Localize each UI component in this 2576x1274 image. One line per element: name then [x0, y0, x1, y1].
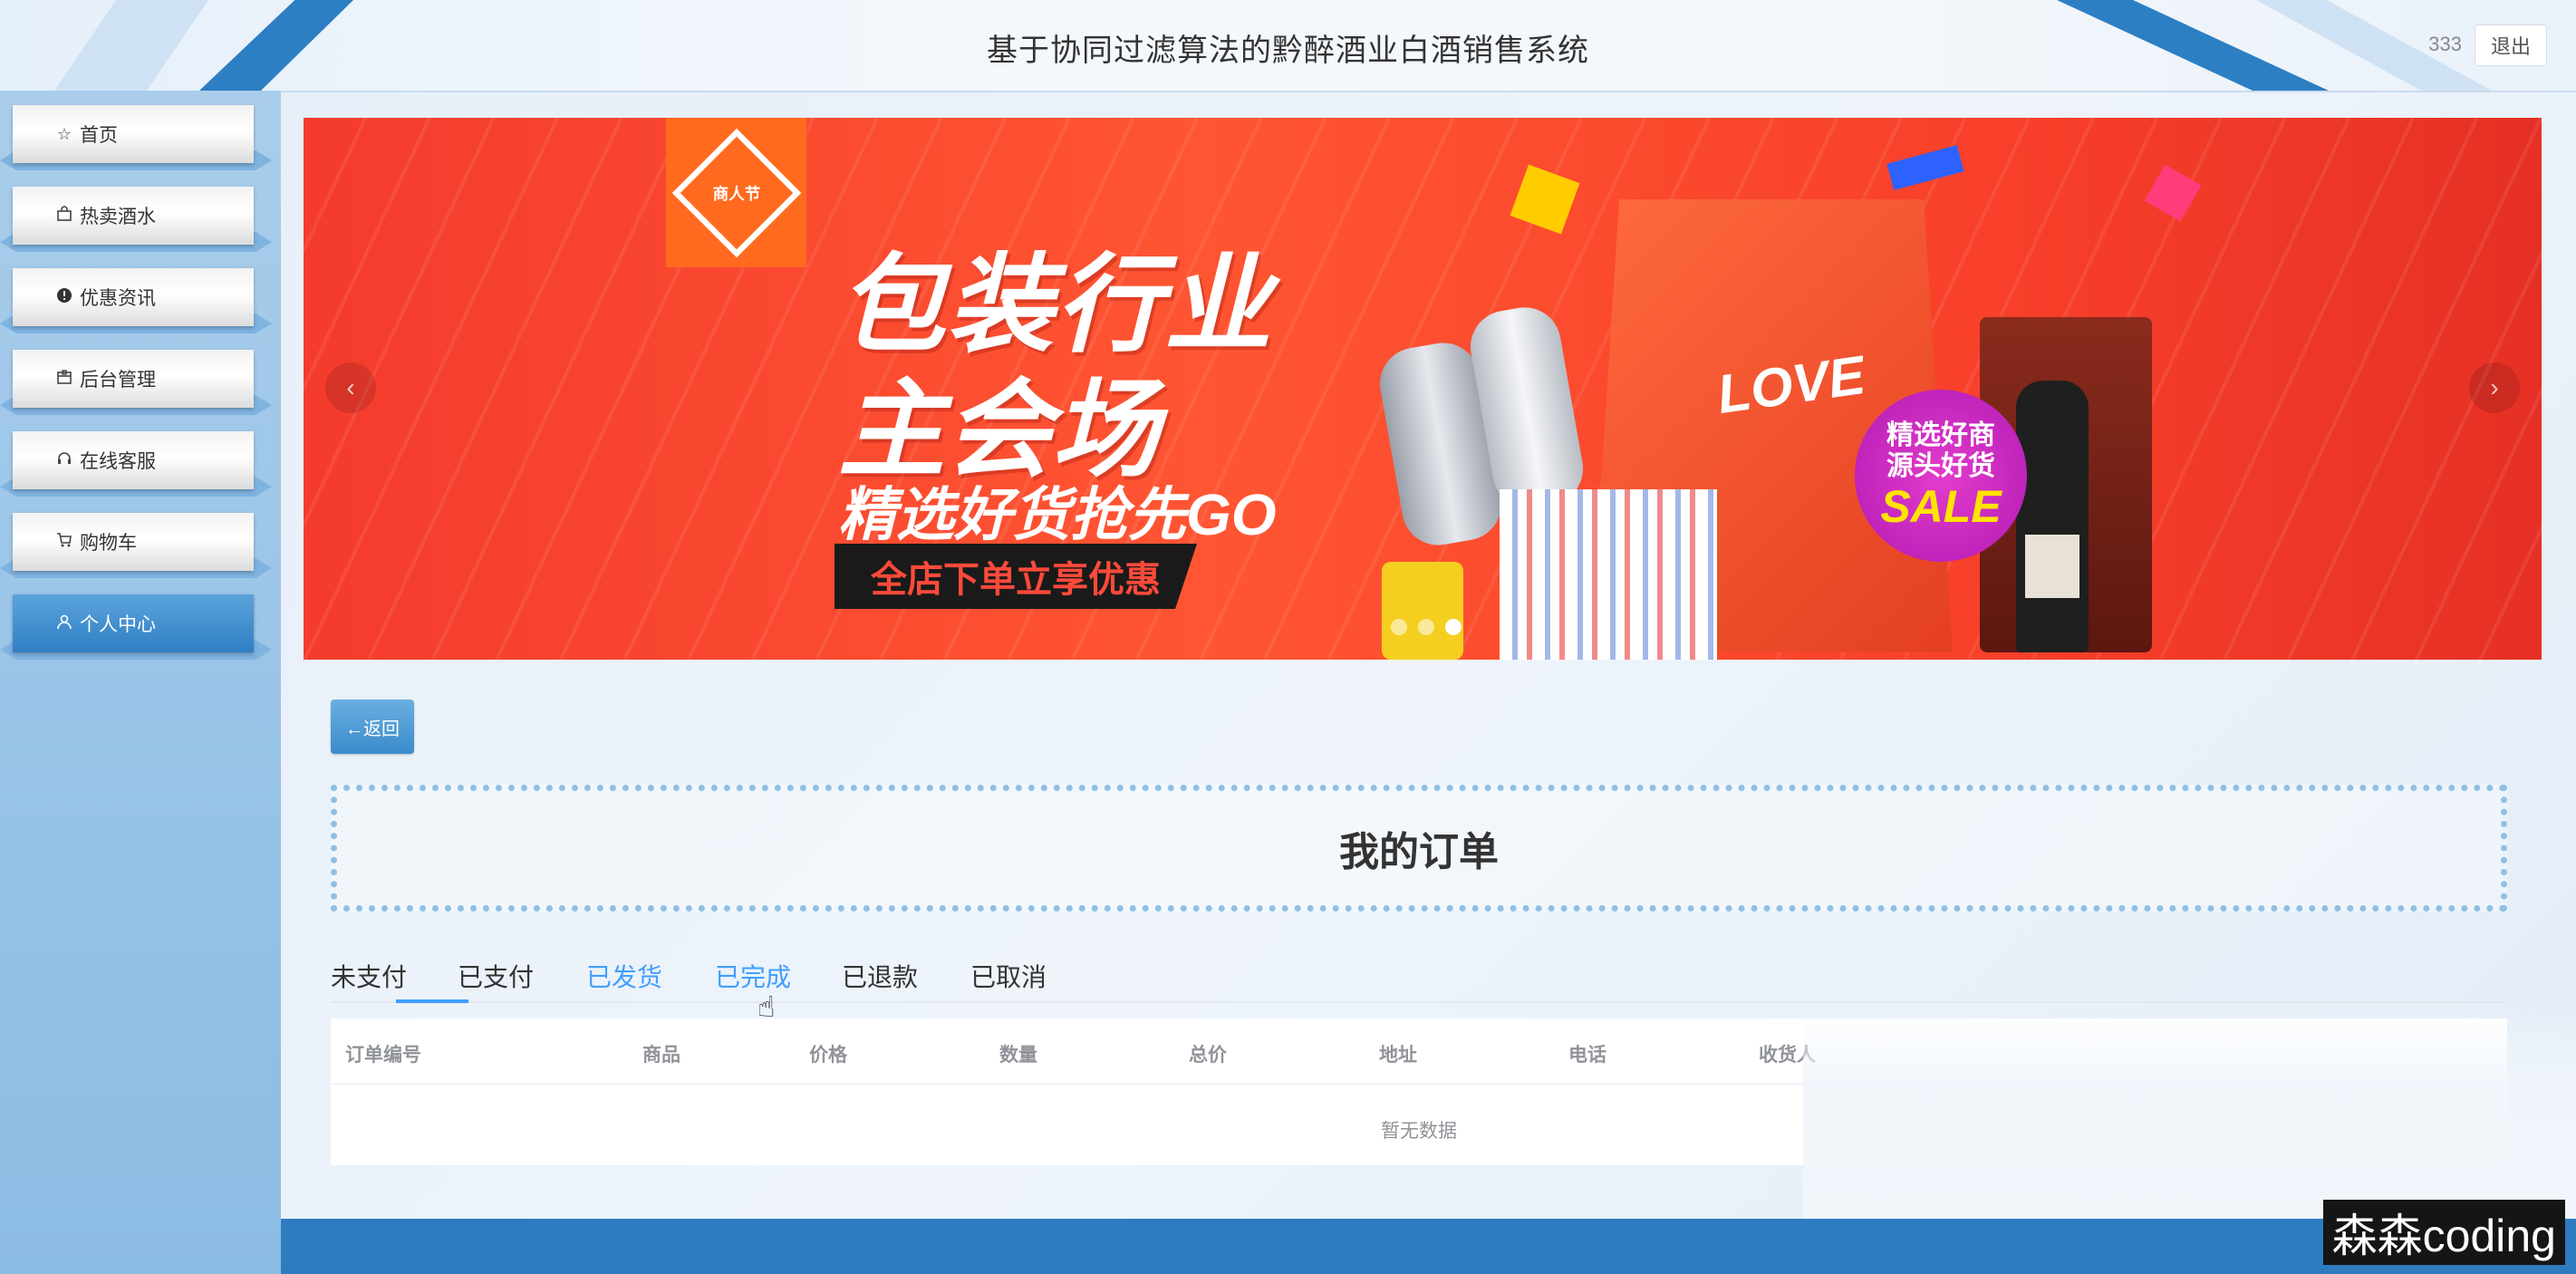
tab-cancelled[interactable]: 已取消: [970, 958, 1047, 994]
tab-refunded[interactable]: 已退款: [842, 958, 918, 994]
back-button[interactable]: ←返回: [331, 700, 414, 754]
sidebar-item-profile-wrap: 个人中心: [0, 587, 272, 663]
banner-carousel[interactable]: 商人节 包装行业 主会场 精选好货抢先GO 全店下单立享优惠 LOVE 精选好商…: [304, 118, 2542, 660]
carousel-dot-active[interactable]: [1445, 619, 1462, 635]
column-header-address: 地址: [1379, 1045, 1417, 1066]
product-wine-bottle: [2016, 381, 2089, 652]
page-title-box: 我的订单: [331, 785, 2507, 912]
sidebar-item-admin[interactable]: 后台管理: [13, 350, 254, 408]
tab-shipped[interactable]: 已发货: [586, 958, 662, 994]
column-header-product: 商品: [642, 1045, 680, 1066]
sidebar-item-discount-news[interactable]: 优惠资讯: [13, 268, 254, 326]
banner-logo-text: 商人节: [712, 184, 760, 203]
sidebar-item-online-service[interactable]: 在线客服: [13, 431, 254, 489]
product-tape: [1382, 562, 1463, 660]
logout-button[interactable]: 退出: [2475, 24, 2547, 66]
sidebar-item-label: 后台管理: [80, 370, 156, 391]
sidebar-item-label: 优惠资讯: [80, 288, 156, 309]
sidebar-item-label: 购物车: [80, 533, 137, 554]
carousel-indicators: [1391, 619, 1462, 635]
sidebar-item-cart-wrap: 购物车: [0, 506, 272, 582]
tab-completed[interactable]: 已完成: [715, 958, 791, 994]
star-icon: ☆: [56, 124, 72, 143]
sidebar-item-hot-liquor[interactable]: 热卖酒水: [13, 187, 254, 245]
box-icon: [54, 369, 74, 390]
product-gift-box: [1500, 489, 1717, 660]
sidebar: ☆ 首页 热卖酒水 优惠资讯 后台管理 在线客服 购物车 个人中心: [0, 91, 281, 1274]
page-title: 我的订单: [1339, 830, 1499, 874]
carousel-dot[interactable]: [1391, 619, 1407, 635]
username-label: 333: [2428, 33, 2462, 55]
banner-cta-text: 全店下单立享优惠: [871, 560, 1161, 600]
column-header-phone: 电话: [1568, 1045, 1606, 1066]
tab-paid[interactable]: 已支付: [458, 958, 534, 994]
sidebar-item-admin-wrap: 后台管理: [0, 343, 272, 419]
banner-cta: 全店下单立享优惠: [835, 544, 1197, 609]
sidebar-item-label: 在线客服: [80, 451, 156, 472]
column-header-quantity: 数量: [999, 1045, 1037, 1066]
badge-sale: SALE: [1880, 481, 2002, 532]
badge-line-2: 源头好货: [1886, 451, 1995, 481]
carousel-dot[interactable]: [1418, 619, 1434, 635]
sidebar-item-home[interactable]: ☆ 首页: [13, 105, 254, 163]
sale-badge: 精选好商 源头好货 SALE: [1855, 390, 2027, 562]
bag-icon: [54, 205, 74, 227]
site-title: 基于协同过滤算法的黔醉酒业白酒销售系统: [987, 34, 1589, 68]
wine-label: [2025, 535, 2079, 598]
column-header-total: 总价: [1189, 1045, 1227, 1066]
carousel-next-button[interactable]: ›: [2469, 362, 2520, 413]
banner-subheadline: 精选好货抢先GO: [838, 482, 1277, 547]
badge-line-1: 精选好商: [1886, 420, 1995, 450]
info-icon: [54, 287, 74, 308]
sidebar-item-cart[interactable]: 购物车: [13, 513, 254, 571]
top-header: 基于协同过滤算法的黔醉酒业白酒销售系统 333 退出: [0, 0, 2576, 92]
carousel-prev-button[interactable]: ‹: [325, 362, 376, 413]
user-icon: [54, 613, 74, 634]
column-header-price: 价格: [809, 1045, 847, 1066]
sidebar-item-label: 个人中心: [80, 614, 156, 635]
tab-unpaid[interactable]: 未支付: [331, 958, 407, 994]
sidebar-item-hot-wrap: 热卖酒水: [0, 179, 272, 256]
watermark: 森森coding: [2322, 1200, 2565, 1265]
footer-bar: [281, 1219, 2576, 1274]
cart-icon: [54, 532, 74, 553]
sidebar-item-label: 热卖酒水: [80, 207, 156, 227]
banner-logo: 商人节: [666, 118, 806, 267]
order-status-tabs: 未支付 已支付 已发货 已完成 已退款 已取消: [331, 949, 2507, 1003]
sidebar-item-news-wrap: 优惠资讯: [0, 261, 272, 337]
sidebar-item-personal-center[interactable]: 个人中心: [13, 594, 254, 652]
sidebar-item-service-wrap: 在线客服: [0, 424, 272, 500]
headset-icon: [54, 450, 74, 471]
column-header-order-no: 订单编号: [345, 1045, 421, 1066]
sidebar-item-home-wrap: ☆ 首页: [0, 98, 272, 174]
sidebar-item-label: 首页: [80, 125, 118, 146]
active-tab-indicator: [396, 999, 468, 1003]
